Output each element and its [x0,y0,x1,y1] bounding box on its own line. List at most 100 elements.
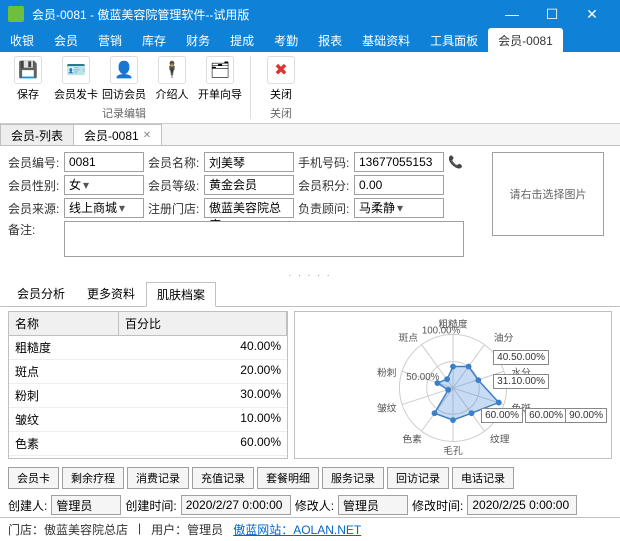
label-consultant: 负责顾问: [298,200,350,217]
subtab-analysis[interactable]: 会员分析 [6,281,76,306]
field-creator [51,495,121,515]
menubar: 收银 会员 营销 库存 财务 提成 考勤 报表 基础资料 工具面板 会员-008… [0,28,620,52]
status-user-label: 用户： [151,523,187,537]
ribbon-save[interactable]: 💾保存 [4,54,52,104]
subtab-more[interactable]: 更多资料 [76,281,146,306]
menu-cashier[interactable]: 收银 [0,28,44,52]
btab-recharge[interactable]: 充值记录 [192,467,254,489]
phone-icon[interactable]: 📞 [448,155,463,169]
ribbon-visit[interactable]: 👤回访会员 [100,54,148,104]
app-icon [8,6,24,22]
field-points[interactable] [354,175,444,195]
field-source[interactable]: 线上商城 [64,198,144,218]
status-link[interactable]: 傲蓝网站：AOLAN.NET [233,523,361,537]
photo-box[interactable]: 请右击选择图片 [492,152,604,236]
tab-member-0081[interactable]: 会员-0081✕ [73,124,162,145]
chart-tooltip: 60.00% [525,408,567,423]
label-store: 注册门店: [148,200,200,217]
bottom-tabs: 会员卡 剩余疗程 消费记录 充值记录 套餐明细 服务记录 回访记录 电话记录 [0,463,620,493]
label-points: 会员积分: [298,177,350,194]
label-name: 会员名称: [148,154,200,171]
btab-remaining[interactable]: 剩余疗程 [62,467,124,489]
field-gender[interactable]: 女 [64,175,144,195]
statusbar: 门店：傲蓝美容院总店 | 用户：管理员 傲蓝网站：AOLAN.NET [0,517,620,541]
field-level[interactable]: 黄金会员 [204,175,294,195]
menu-commission[interactable]: 提成 [220,28,264,52]
chart-tooltip: 90.00% [565,408,607,423]
window-title: 会员-0081 - 傲蓝美容院管理软件--试用版 [32,6,492,23]
menu-member[interactable]: 会员 [44,28,88,52]
person-icon: 👤 [110,56,138,84]
ribbon-group-edit-label: 记录编辑 [102,104,146,122]
field-mtime [467,495,577,515]
label-level: 会员等级: [148,177,200,194]
status-user: 管理员 [187,523,223,537]
ribbon-order-wizard[interactable]: 🗂开单向导 [196,54,244,104]
tab-close-icon[interactable]: ✕ [143,130,151,141]
svg-text:粉刺: 粉刺 [377,366,396,379]
close-icon: ✖ [267,56,295,84]
subtabs: 会员分析 更多资料 肌肤档案 [0,281,620,307]
ribbon: 💾保存 🪪会员发卡 👤回访会员 🕴介绍人 🗂开单向导 记录编辑 ✖关闭 关闭 [0,52,620,124]
status-store-label: 门店： [8,523,44,537]
field-id[interactable] [64,152,144,172]
titlebar: 会员-0081 - 傲蓝美容院管理软件--试用版 — ☐ ✕ [0,0,620,28]
btab-service[interactable]: 服务记录 [322,467,384,489]
close-button[interactable]: ✕ [572,0,612,28]
menu-reports[interactable]: 报表 [308,28,352,52]
field-store[interactable]: 傲蓝美容院总店 [204,198,294,218]
radar-chart: 粗糙度 油分 水分 色斑 纹理 毛孔 色素 皱纹 粉刺 斑点 100.00% 5… [294,311,612,459]
maximize-button[interactable]: ☐ [532,0,572,28]
label-source: 会员来源: [8,200,60,217]
audit-row: 创建人: 创建时间: 修改人: 修改时间: [0,493,620,517]
field-remark[interactable] [64,221,464,257]
menu-member-0081[interactable]: 会员-0081 [488,28,563,52]
btab-visit[interactable]: 回访记录 [387,467,449,489]
divider-dots: . . . . . [0,266,620,281]
label-phone: 手机号码: [298,154,350,171]
table-row: 粉刺30.00% [9,384,287,408]
ribbon-referrer[interactable]: 🕴介绍人 [148,54,196,104]
chart-tooltip: 40.50.00% [493,350,549,365]
btab-call[interactable]: 电话记录 [452,467,514,489]
subtab-skin[interactable]: 肌肤档案 [146,282,216,307]
field-name[interactable] [204,152,294,172]
btab-consume[interactable]: 消费记录 [127,467,189,489]
table-row: 皱纹10.00% [9,408,287,432]
table-row: 色素60.00% [9,432,287,456]
label-id: 会员编号: [8,154,60,171]
field-consultant[interactable]: 马柔静 [354,198,444,218]
chart-tooltip: 60.00% [481,408,523,423]
card-icon: 🪪 [62,56,90,84]
svg-text:色素: 色素 [402,432,422,445]
chart-tooltip: 31.10.00% [493,374,549,389]
btab-package[interactable]: 套餐明细 [257,467,319,489]
label-mtime: 修改时间: [412,497,463,514]
ribbon-issue-card[interactable]: 🪪会员发卡 [52,54,100,104]
tab-member-list[interactable]: 会员-列表 [0,124,74,145]
svg-text:毛孔: 毛孔 [443,445,463,457]
minimize-button[interactable]: — [492,0,532,28]
grid-header-name[interactable]: 名称 [9,312,119,335]
btab-card[interactable]: 会员卡 [8,467,59,489]
menu-basedata[interactable]: 基础资料 [352,28,420,52]
table-row: 粗糙度40.00% [9,336,287,360]
referrer-icon: 🕴 [158,56,186,84]
menu-finance[interactable]: 财务 [176,28,220,52]
field-phone[interactable] [354,152,444,172]
menu-tools[interactable]: 工具面板 [420,28,488,52]
grid-body[interactable]: 粗糙度40.00% 斑点20.00% 粉刺30.00% 皱纹10.00% 色素6… [9,336,287,458]
grid-header-pct[interactable]: 百分比 [119,312,287,335]
ribbon-close[interactable]: ✖关闭 [257,54,305,104]
ribbon-group-close-label: 关闭 [270,104,292,122]
table-row: 毛孔60.00% [9,456,287,458]
form-area: 会员编号: 会员名称: 手机号码: 📞 会员性别: 女 会员等级: 黄金会员 会… [0,146,620,266]
svg-text:皱纹: 皱纹 [377,401,397,414]
status-store: 傲蓝美容院总店 [44,523,128,537]
svg-text:100.00%: 100.00% [422,325,461,336]
menu-inventory[interactable]: 库存 [132,28,176,52]
menu-attendance[interactable]: 考勤 [264,28,308,52]
menu-marketing[interactable]: 营销 [88,28,132,52]
label-gender: 会员性别: [8,177,60,194]
svg-text:纹理: 纹理 [490,432,510,445]
